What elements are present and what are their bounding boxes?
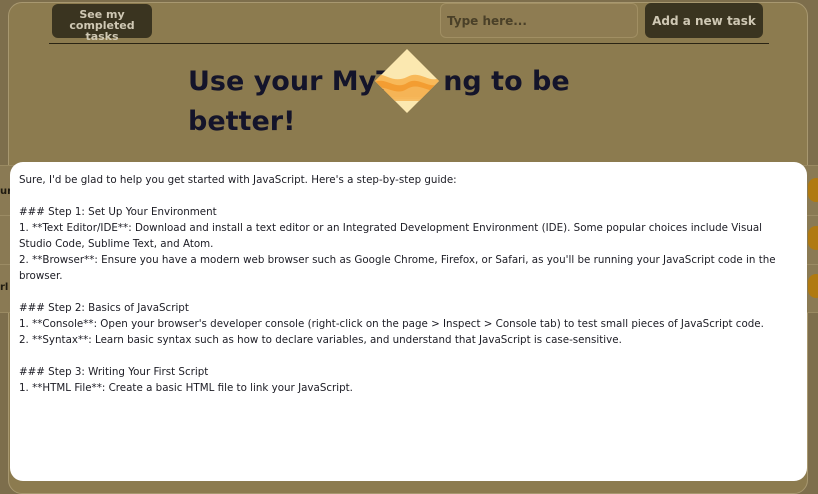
assistant-message-panel: Sure, I'd be glad to help you get starte… bbox=[10, 162, 807, 481]
task-row-action-edge bbox=[808, 178, 818, 202]
task-row-action-edge bbox=[808, 274, 818, 298]
see-completed-tasks-button[interactable]: See my completed tasks bbox=[52, 4, 152, 42]
diamond-wave-loader-icon bbox=[375, 49, 439, 113]
task-row-text-edge: rl bbox=[0, 282, 9, 293]
task-row-action-edge bbox=[808, 226, 818, 250]
add-task-button[interactable]: Add a new task bbox=[645, 3, 763, 38]
task-input[interactable] bbox=[440, 3, 638, 38]
